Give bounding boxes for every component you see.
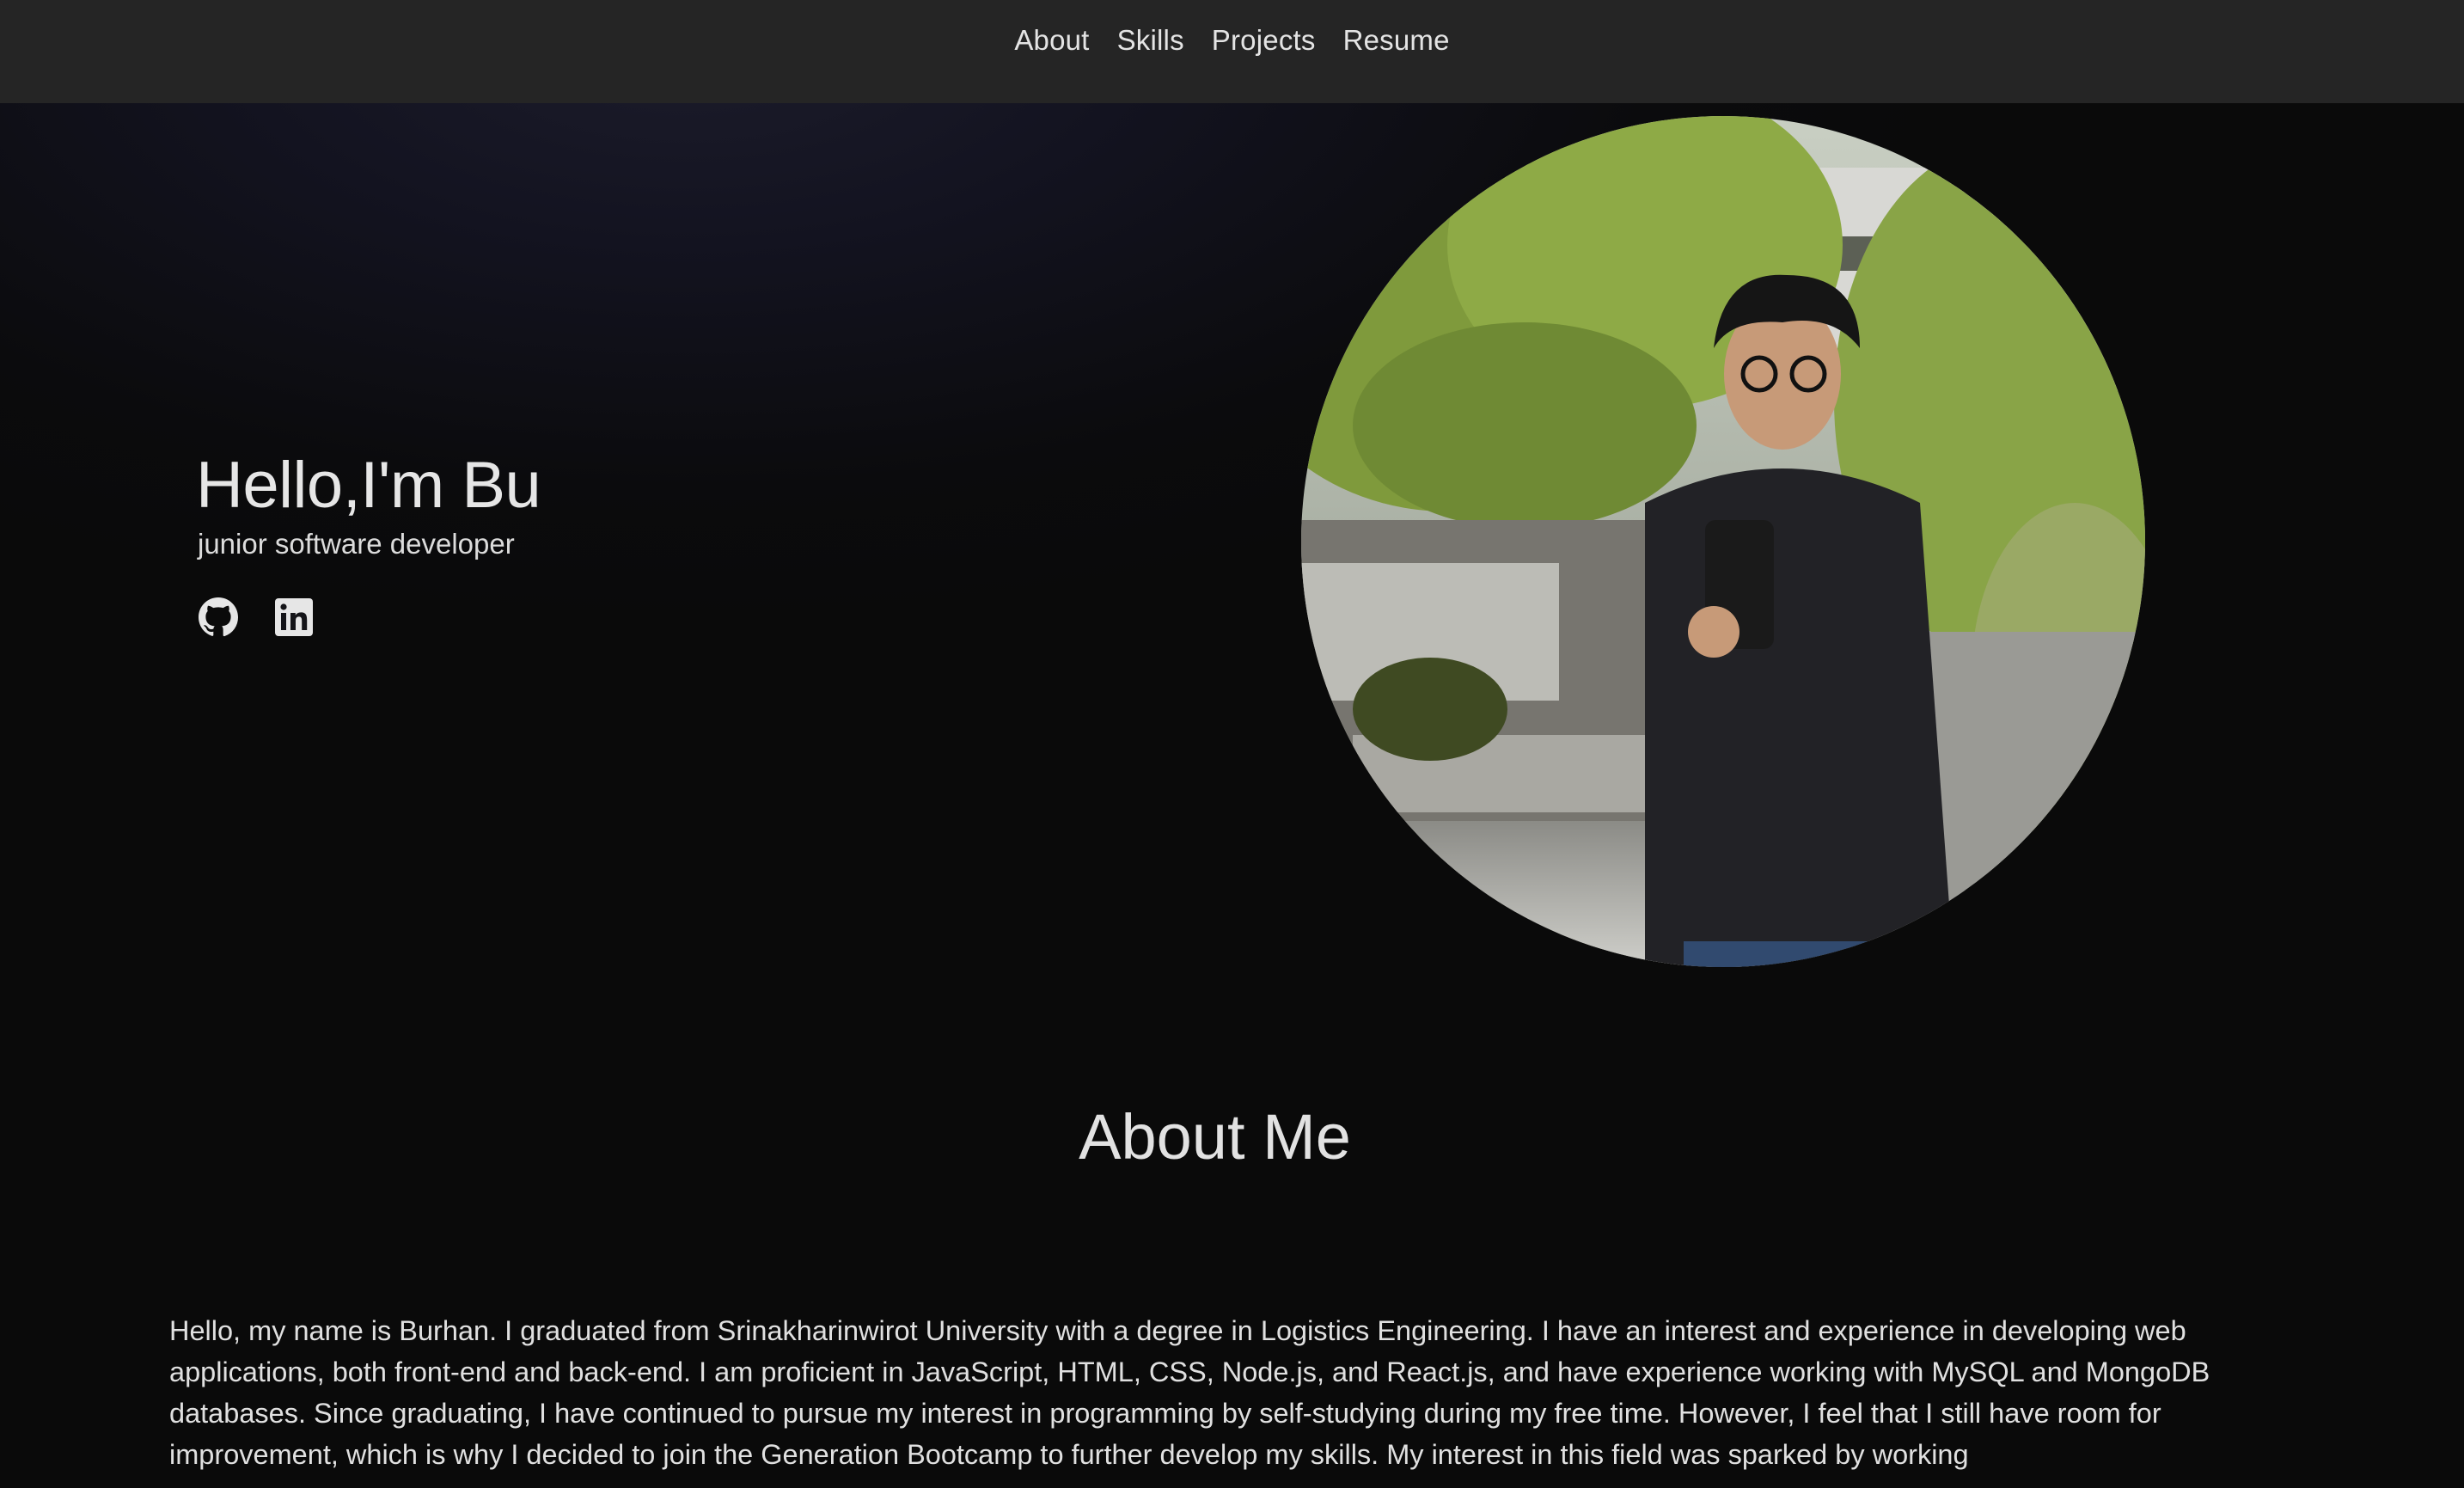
- about-paragraph: Hello, my name is Burhan. I graduated fr…: [169, 1315, 2210, 1470]
- github-link[interactable]: [198, 597, 239, 638]
- social-links: [198, 597, 541, 638]
- hero-intro: Hello,I'm Bu junior software developer: [196, 447, 541, 638]
- profile-photo: [1301, 116, 2145, 967]
- nav-links: About Skills Projects Resume: [1014, 24, 1449, 57]
- github-icon: [199, 597, 239, 637]
- nav-link-resume[interactable]: Resume: [1343, 24, 1450, 57]
- profile-photo-image: [1301, 116, 2145, 967]
- hero-subtitle: junior software developer: [198, 528, 515, 560]
- nav-link-projects[interactable]: Projects: [1212, 24, 1316, 57]
- linkedin-link[interactable]: [273, 597, 315, 638]
- portfolio-page: About Skills Projects Resume Hello,I'm B…: [0, 0, 2464, 1488]
- top-navbar: About Skills Projects Resume: [0, 0, 2464, 103]
- linkedin-icon: [275, 598, 313, 636]
- hero-title: Hello,I'm Bu: [196, 449, 541, 522]
- nav-link-skills[interactable]: Skills: [1117, 24, 1184, 57]
- about-heading: About Me: [1079, 1101, 1351, 1173]
- nav-link-about[interactable]: About: [1014, 24, 1089, 57]
